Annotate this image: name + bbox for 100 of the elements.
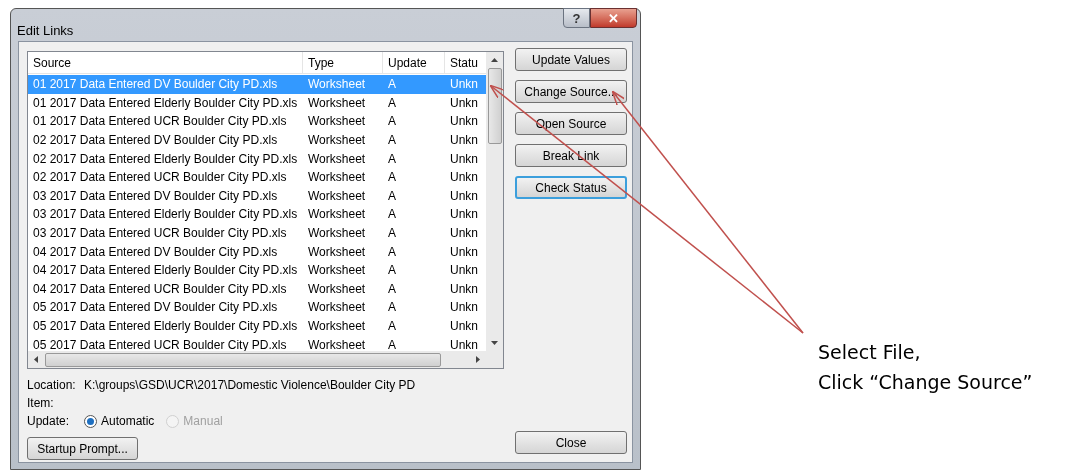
table-cell-text: Unkn [449, 280, 479, 298]
table-cell-text: 04 2017 Data Entered Elderly Boulder City PD.xls [32, 262, 299, 280]
table-cell-text: Unkn [449, 318, 479, 335]
close-button[interactable]: Close [515, 431, 627, 454]
table-cell-text: A [387, 262, 397, 280]
table-cell-text: Worksheet [307, 132, 367, 150]
column-header[interactable]: Source [28, 52, 303, 73]
table-cell-text: 02 2017 Data Entered Elderly Boulder City PD.xls [32, 150, 299, 168]
scroll-right-icon[interactable] [476, 356, 480, 363]
table-cell-text: Unkn [449, 94, 479, 112]
links-list[interactable] [27, 51, 504, 369]
table-cell-text: A [387, 150, 397, 168]
table-cell-text: Unkn [449, 225, 479, 243]
table-row[interactable]: 05 2017 Data Entered UCR Boulder City PD.xls Worksheet A Unkn [28, 335, 486, 351]
update-label: Update: [27, 413, 71, 430]
scrollbar-thumb[interactable] [45, 352, 441, 367]
radio-button[interactable] [84, 414, 97, 428]
table-row[interactable]: 03 2017 Data Entered UCR Boulder City PD.xls Worksheet A Unkn [28, 223, 486, 243]
column-header[interactable]: Update [383, 52, 445, 73]
action-button[interactable]: Change Source... [515, 80, 627, 103]
table-row[interactable]: 01 2017 Data Entered Elderly Boulder City PD.xls Worksheet A Unkn [28, 93, 486, 113]
scroll-left-icon[interactable] [34, 356, 38, 363]
horizontal-scrollbar[interactable] [28, 351, 503, 368]
table-cell-text: Unkn [449, 299, 479, 317]
vertical-scrollbar[interactable] [486, 52, 503, 351]
item-label: Item: [27, 395, 54, 412]
table-cell-text: Unkn [449, 262, 479, 280]
table-cell-text: 05 2017 Data Entered UCR Boulder City PD.xls [32, 336, 288, 351]
table-cell-text: Worksheet [307, 318, 367, 335]
table-cell-text: Worksheet [307, 243, 367, 261]
table-cell-text: 01 2017 Data Entered DV Boulder City PD.xls [32, 76, 279, 94]
column-header[interactable]: Type [303, 52, 383, 73]
table-cell-text: Unkn [449, 243, 479, 261]
table-cell-text: Unkn [449, 169, 479, 187]
location-label: Location: [27, 377, 77, 394]
table-cell-text: Unkn [449, 206, 479, 224]
table-row[interactable]: 04 2017 Data Entered Elderly Boulder City PD.xls Worksheet A Unkn [28, 260, 486, 280]
help-button[interactable]: ? [563, 8, 590, 28]
table-cell-text: 04 2017 Data Entered UCR Boulder City PD.xls [32, 280, 288, 298]
table-cell-text: A [387, 318, 397, 335]
table-row[interactable]: 03 2017 Data Entered DV Boulder City PD.xls Worksheet A Unkn [28, 186, 486, 206]
table-cell-text: Worksheet [307, 169, 367, 187]
table-cell-text: A [387, 187, 397, 205]
table-row[interactable]: 02 2017 Data Entered UCR Boulder City PD.xls Worksheet A Unkn [28, 167, 486, 187]
table-cell-text: A [387, 169, 397, 187]
table-row[interactable]: 05 2017 Data Entered DV Boulder City PD.xls Worksheet A Unkn [28, 298, 486, 317]
table-row[interactable]: 03 2017 Data Entered Elderly Boulder City PD.xls Worksheet A Unkn [28, 205, 486, 224]
table-cell-text: Unkn [449, 113, 479, 131]
table-cell-text: 01 2017 Data Entered UCR Boulder City PD.xls [32, 113, 288, 131]
table-row[interactable]: 04 2017 Data Entered DV Boulder City PD.xls Worksheet A Unkn [28, 242, 486, 261]
table-cell-text: 04 2017 Data Entered DV Boulder City PD.xls [32, 243, 279, 261]
action-button[interactable]: Check Status [515, 176, 627, 199]
table-cell-text: Worksheet [307, 206, 367, 224]
table-cell-text: 01 2017 Data Entered Elderly Boulder City PD.xls [32, 94, 299, 112]
table-cell-text: Worksheet [307, 94, 367, 112]
table-row[interactable]: 02 2017 Data Entered Elderly Boulder City PD.xls Worksheet A Unkn [28, 149, 486, 168]
annotation-text: Select File, [818, 340, 922, 365]
table-cell-text: A [387, 299, 397, 317]
scrollbar-thumb[interactable] [487, 68, 502, 144]
table-cell-text: A [387, 280, 397, 298]
table-cell-text: Worksheet [307, 225, 367, 243]
table-cell-text: Worksheet [307, 262, 367, 280]
table-cell-text: 03 2017 Data Entered DV Boulder City PD.xls [32, 187, 279, 205]
table-row[interactable]: 05 2017 Data Entered Elderly Boulder City PD.xls Worksheet A Unkn [28, 316, 486, 336]
table-cell-text: 03 2017 Data Entered UCR Boulder City PD.xls [32, 225, 288, 243]
table-cell-text: A [387, 132, 397, 150]
radio-label: Automatic [101, 413, 155, 430]
table-row[interactable]: 04 2017 Data Entered UCR Boulder City PD.xls Worksheet A Unkn [28, 279, 486, 299]
table-cell-text: A [387, 76, 397, 94]
table-cell-text: A [387, 94, 397, 112]
table-cell-text: Worksheet [307, 299, 367, 317]
table-cell-text: 02 2017 Data Entered DV Boulder City PD.xls [32, 132, 279, 150]
table-cell-text: Unkn [449, 150, 479, 168]
table-cell-text: Unkn [449, 132, 479, 150]
scroll-down-icon[interactable] [491, 341, 498, 345]
table-cell-text: A [387, 336, 397, 351]
table-cell-text: Worksheet [307, 280, 367, 298]
action-button[interactable]: Update Values [515, 48, 627, 71]
table-cell-text: A [387, 206, 397, 224]
table-cell-text: Worksheet [307, 76, 367, 94]
table-cell-text: Unkn [449, 336, 479, 351]
table-cell-text: A [387, 243, 397, 261]
scroll-up-icon[interactable] [491, 58, 498, 62]
table-row[interactable]: 01 2017 Data Entered UCR Boulder City PD.xls Worksheet A Unkn [28, 112, 486, 131]
window-title: Edit Links [17, 22, 74, 40]
table-cell-text: 05 2017 Data Entered Elderly Boulder City PD.xls [32, 318, 299, 335]
annotation-text: Click “Change Source” [818, 370, 1033, 395]
location-path: K:\groups\GSD\UCR\2017\Domestic Violence\Boulder City PD [84, 377, 416, 394]
radio-label: Manual [183, 413, 223, 430]
action-button[interactable]: Break Link [515, 144, 627, 167]
startup-prompt-button[interactable]: Startup Prompt... [27, 437, 138, 460]
table-cell-text: 02 2017 Data Entered UCR Boulder City PD.xls [32, 169, 288, 187]
table-cell-text: Unkn [449, 76, 479, 94]
table-cell-text: Worksheet [307, 187, 367, 205]
table-cell-text: 05 2017 Data Entered DV Boulder City PD.xls [32, 299, 279, 317]
table-cell-text: 03 2017 Data Entered Elderly Boulder City PD.xls [32, 206, 299, 224]
table-cell-text: Worksheet [307, 150, 367, 168]
table-cell-text: A [387, 113, 397, 131]
table-row[interactable]: 02 2017 Data Entered DV Boulder City PD.xls Worksheet A Unkn [28, 130, 486, 150]
table-cell-text: A [387, 225, 397, 243]
